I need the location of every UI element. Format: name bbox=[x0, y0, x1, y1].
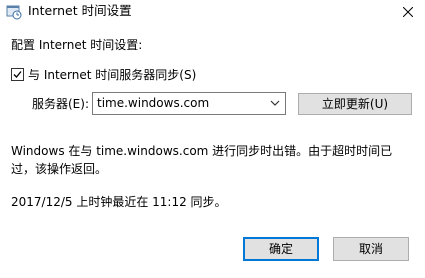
server-value[interactable]: time.windows.com bbox=[97, 96, 209, 111]
update-now-button[interactable]: 立即更新(U) bbox=[298, 93, 412, 115]
sync-checkbox-label[interactable]: 与 Internet 时间服务器同步(S) bbox=[28, 66, 196, 83]
window-title: Internet 时间设置 bbox=[28, 3, 132, 18]
close-icon bbox=[403, 7, 413, 17]
last-sync-status: 2017/12/5 上时钟最近在 11:12 同步。 bbox=[11, 195, 227, 209]
checkmark-icon bbox=[13, 70, 22, 78]
server-label: 服务器(E): bbox=[32, 97, 89, 111]
chevron-down-icon[interactable] bbox=[270, 100, 280, 107]
title-bar[interactable]: Internet 时间设置 bbox=[0, 0, 425, 24]
section-heading: 配置 Internet 时间设置: bbox=[11, 38, 143, 52]
sync-checkbox-row[interactable]: 与 Internet 时间服务器同步(S) bbox=[11, 66, 196, 82]
close-button[interactable] bbox=[391, 0, 425, 24]
internet-time-settings-dialog: Internet 时间设置 配置 Internet 时间设置: 与 Intern… bbox=[0, 0, 425, 278]
sync-checkbox[interactable] bbox=[11, 67, 24, 81]
server-combobox[interactable]: time.windows.com bbox=[92, 92, 286, 115]
clock-settings-icon bbox=[6, 5, 22, 20]
sync-error-message: Windows 在与 time.windows.com 进行同步时出错。由于超时… bbox=[11, 144, 393, 176]
cancel-button[interactable]: 取消 bbox=[333, 237, 409, 261]
ok-button[interactable]: 确定 bbox=[243, 237, 319, 261]
